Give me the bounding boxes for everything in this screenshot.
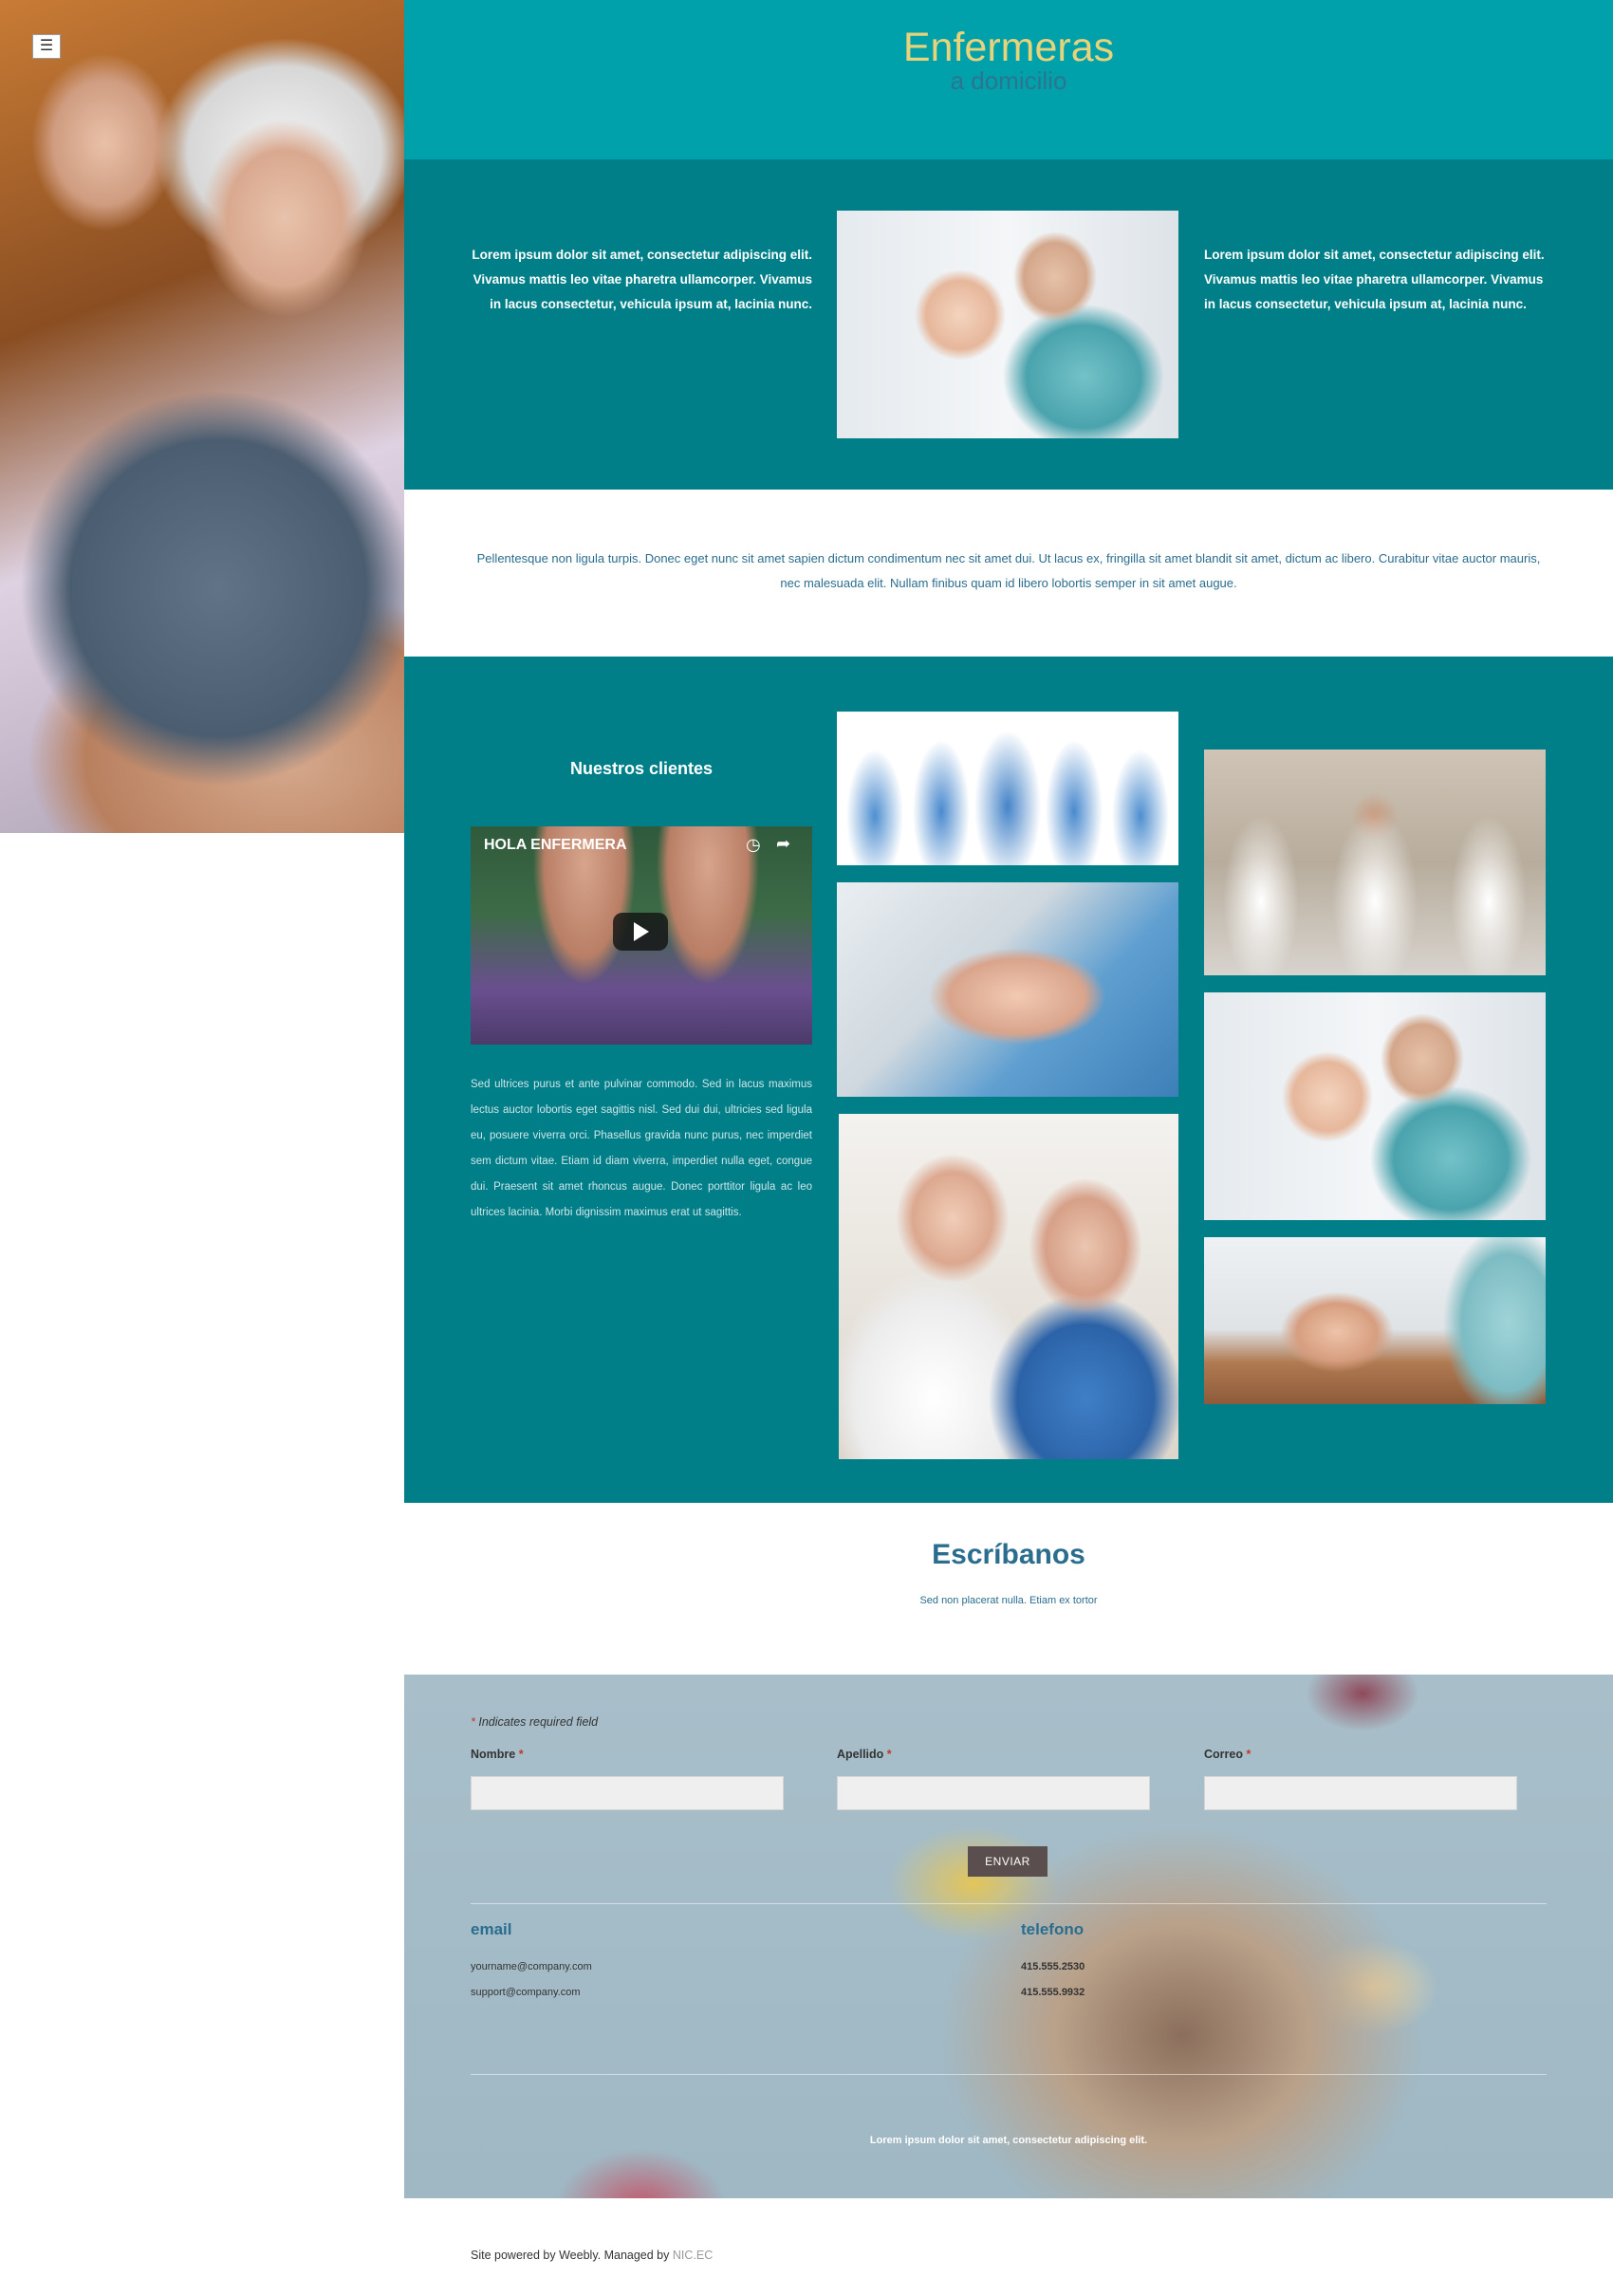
contact-footer-note: Lorem ipsum dolor sit amet, consectetur … bbox=[869, 2135, 1148, 2146]
intro-right-text: Lorem ipsum dolor sit amet, consectetur … bbox=[1204, 248, 1545, 311]
correo-field[interactable] bbox=[1204, 1776, 1517, 1810]
intro-left-text: Lorem ipsum dolor sit amet, consectetur … bbox=[472, 248, 812, 311]
email-line-2[interactable]: support@company.com bbox=[471, 1987, 581, 1998]
required-field-note: * Indicates required field bbox=[471, 1715, 598, 1729]
phone-line-2[interactable]: 415.555.9932 bbox=[1021, 1987, 1085, 1998]
nombre-label: Nombre * bbox=[471, 1748, 524, 1761]
nurse-baby-photo bbox=[837, 211, 1178, 438]
clock-icon[interactable]: ◷ bbox=[746, 835, 761, 855]
hero-photo bbox=[0, 0, 404, 833]
required-marker: * bbox=[886, 1748, 892, 1761]
nombre-label-text: Nombre bbox=[471, 1748, 516, 1761]
correo-label: Correo * bbox=[1204, 1748, 1251, 1761]
apellido-field[interactable] bbox=[837, 1776, 1150, 1810]
required-note-text: Indicates required field bbox=[478, 1715, 599, 1729]
contact-form-section bbox=[404, 1675, 1613, 2198]
paragraph-text: Pellentesque non ligula turpis. Donec eg… bbox=[476, 551, 1541, 590]
clients-text: Sed ultrices purus et ante pulvinar comm… bbox=[471, 1079, 812, 1218]
video-title[interactable]: HOLA ENFERMERA bbox=[484, 837, 627, 854]
clients-title: Nuestros clientes bbox=[569, 759, 714, 778]
phone-heading: telefono bbox=[1021, 1920, 1085, 1938]
contact-title: Escríbanos bbox=[932, 1539, 1085, 1570]
required-marker: * bbox=[471, 1715, 475, 1729]
required-marker: * bbox=[1246, 1748, 1251, 1761]
share-icon[interactable]: ➦ bbox=[776, 834, 790, 854]
apellido-label-text: Apellido bbox=[837, 1748, 884, 1761]
divider bbox=[471, 1903, 1547, 1904]
nic-ec-link[interactable]: NIC.EC bbox=[673, 2249, 713, 2262]
play-icon[interactable] bbox=[634, 922, 649, 941]
contact-subtitle: Sed non placerat nulla. Etiam ex tortor bbox=[919, 1595, 1098, 1606]
site-subtitle: a domicilio bbox=[950, 66, 1067, 95]
required-marker: * bbox=[518, 1748, 524, 1761]
site-title[interactable]: Enfermeras bbox=[404, 25, 1613, 71]
nursing-staff-photo bbox=[837, 712, 1178, 865]
nurse-baby-photo-2 bbox=[1204, 992, 1546, 1220]
nurses-group-photo bbox=[1204, 750, 1546, 975]
correo-label-text: Correo bbox=[1204, 1748, 1243, 1761]
holding-hands-photo bbox=[837, 882, 1178, 1097]
email-heading: email bbox=[471, 1920, 512, 1938]
submit-button[interactable]: ENVIAR bbox=[968, 1846, 1048, 1877]
apellido-label: Apellido * bbox=[837, 1748, 892, 1761]
blood-pressure-photo bbox=[1204, 1237, 1546, 1404]
email-line-1[interactable]: yourname@company.com bbox=[471, 1961, 592, 1972]
powered-by-text: Site powered by Weebly. Managed by bbox=[471, 2249, 670, 2262]
hamburger-menu-icon[interactable]: ☰ bbox=[32, 34, 61, 59]
powered-by-footer: Site powered by Weebly. Managed by NIC.E… bbox=[471, 2249, 713, 2262]
phone-line-1[interactable]: 415.555.2530 bbox=[1021, 1961, 1085, 1972]
divider bbox=[471, 2074, 1547, 2075]
nombre-field[interactable] bbox=[471, 1776, 784, 1810]
nurse-elderly-photo bbox=[839, 1114, 1178, 1459]
